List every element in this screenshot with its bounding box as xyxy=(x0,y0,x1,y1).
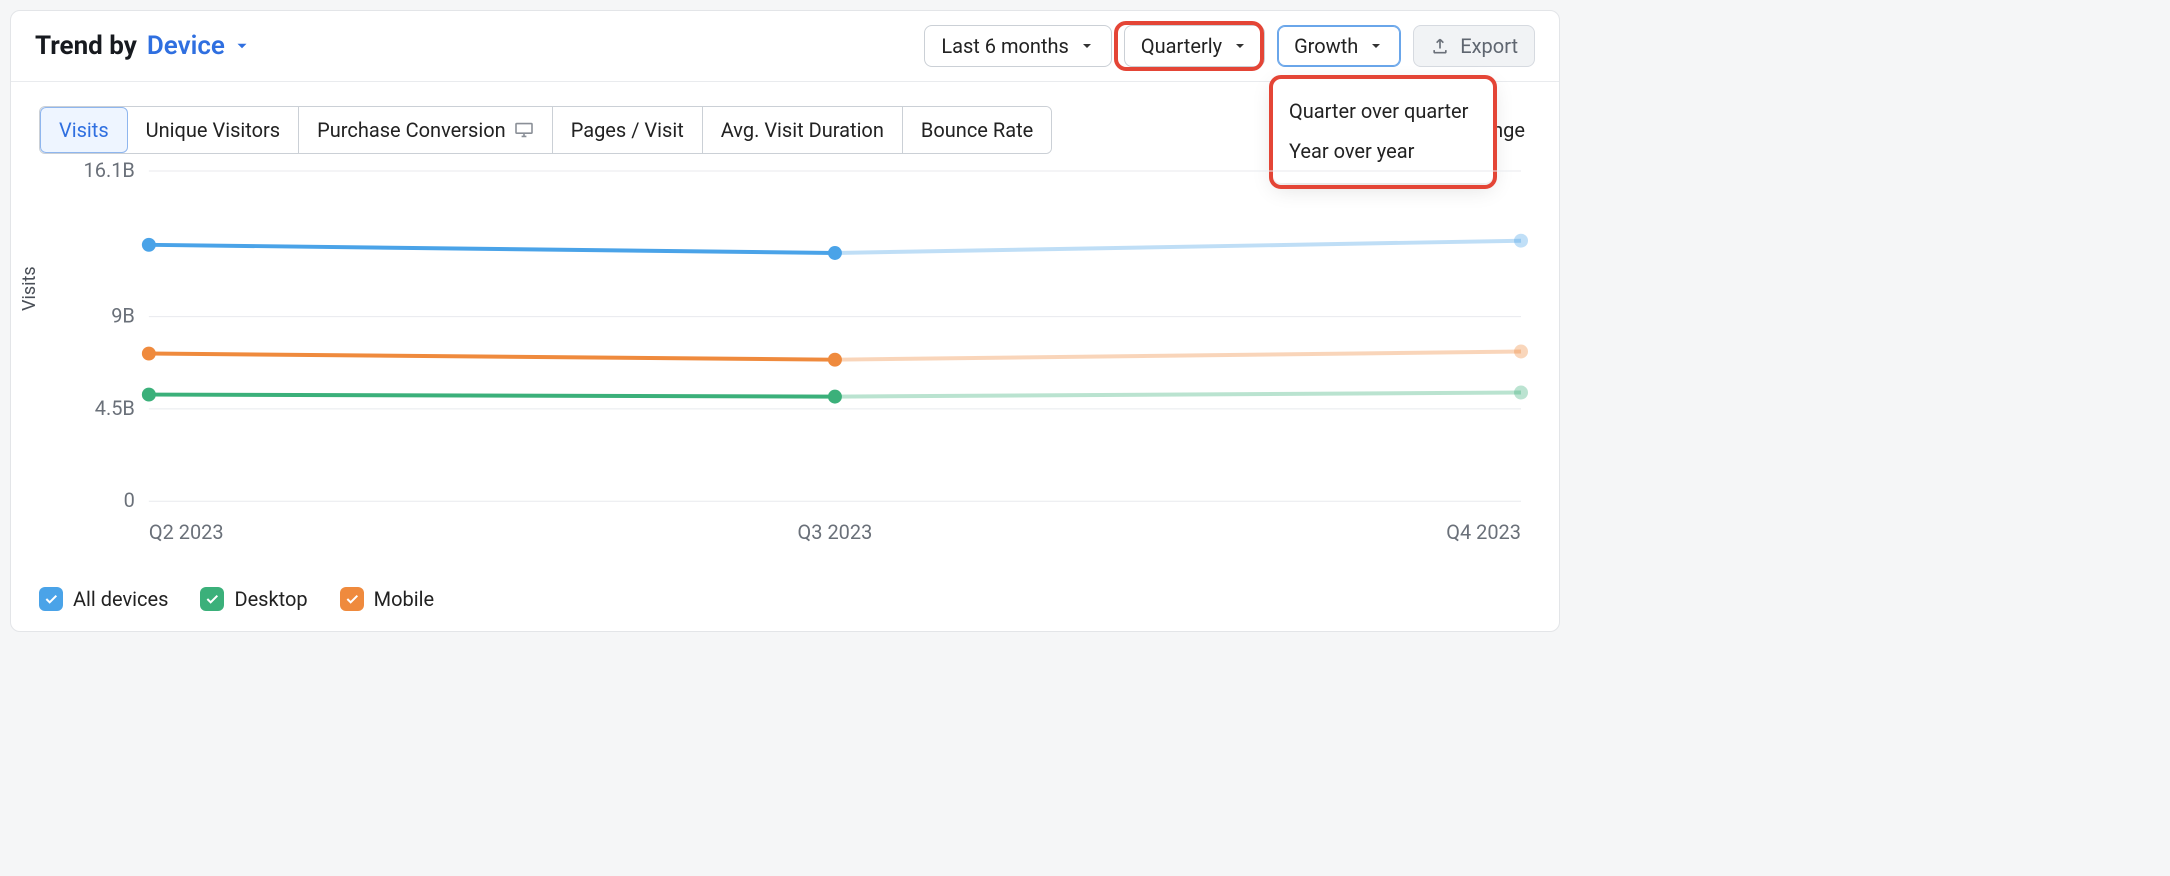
y-axis-label: Visits xyxy=(19,266,40,311)
dimension-label: Device xyxy=(147,31,225,61)
tab-bounce-rate[interactable]: Bounce Rate xyxy=(903,107,1051,153)
monitor-icon xyxy=(514,122,534,138)
checkbox-icon xyxy=(340,587,364,611)
growth-selector[interactable]: Growth xyxy=(1277,25,1401,67)
tab-pages-per-visit[interactable]: Pages / Visit xyxy=(553,107,703,153)
chevron-down-icon xyxy=(1079,38,1095,54)
svg-text:4.5B: 4.5B xyxy=(95,397,135,420)
legend: All devices Desktop Mobile xyxy=(39,587,434,611)
date-range-label: Last 6 months xyxy=(941,34,1069,58)
tab-unique-visitors[interactable]: Unique Visitors xyxy=(128,107,299,153)
svg-text:Q4 2023: Q4 2023 xyxy=(1446,521,1521,544)
chevron-down-icon xyxy=(1232,38,1248,54)
export-button[interactable]: Export xyxy=(1413,25,1535,67)
chart-area: 0 4.5B 9B 16.1B Q2 2023 Q3 2023 Q4 2023 xyxy=(39,161,1531,551)
tab-visits[interactable]: Visits xyxy=(40,107,128,153)
legend-label: Mobile xyxy=(374,587,434,611)
legend-label: All devices xyxy=(73,587,168,611)
trend-panel: Trend by Device Last 6 months Quarterly … xyxy=(10,10,1560,632)
legend-label: Desktop xyxy=(234,587,307,611)
legend-mobile[interactable]: Mobile xyxy=(340,587,434,611)
svg-text:9B: 9B xyxy=(111,305,135,328)
dimension-selector[interactable]: Device xyxy=(147,31,251,61)
svg-text:0: 0 xyxy=(124,489,135,512)
panel-header: Trend by Device Last 6 months Quarterly … xyxy=(11,11,1559,82)
legend-desktop[interactable]: Desktop xyxy=(200,587,307,611)
title-static: Trend by xyxy=(35,31,137,61)
tab-avg-visit-duration[interactable]: Avg. Visit Duration xyxy=(703,107,903,153)
svg-text:Q3 2023: Q3 2023 xyxy=(798,521,873,544)
export-label: Export xyxy=(1460,34,1518,58)
tab-purchase-conversion[interactable]: Purchase Conversion xyxy=(299,107,553,153)
metric-tabs: Visits Unique Visitors Purchase Conversi… xyxy=(39,106,1052,154)
svg-text:Q2 2023: Q2 2023 xyxy=(149,521,224,544)
chevron-down-icon xyxy=(1368,38,1384,54)
svg-text:16.1B: 16.1B xyxy=(84,161,135,182)
line-chart: 0 4.5B 9B 16.1B Q2 2023 Q3 2023 Q4 2023 xyxy=(39,161,1531,551)
interval-selector[interactable]: Quarterly xyxy=(1124,25,1265,67)
export-icon xyxy=(1430,36,1450,56)
panel-title: Trend by Device xyxy=(35,31,251,61)
date-range-selector[interactable]: Last 6 months xyxy=(924,25,1112,67)
chevron-down-icon xyxy=(233,37,251,55)
tab-purchase-conversion-label: Purchase Conversion xyxy=(317,118,506,142)
checkbox-icon xyxy=(39,587,63,611)
growth-label: Growth xyxy=(1294,34,1358,58)
legend-all-devices[interactable]: All devices xyxy=(39,587,168,611)
growth-option-qoq[interactable]: Quarter over quarter xyxy=(1289,91,1477,131)
interval-label: Quarterly xyxy=(1141,34,1222,58)
checkbox-icon xyxy=(200,587,224,611)
header-controls: Last 6 months Quarterly Growth Export xyxy=(924,25,1535,67)
